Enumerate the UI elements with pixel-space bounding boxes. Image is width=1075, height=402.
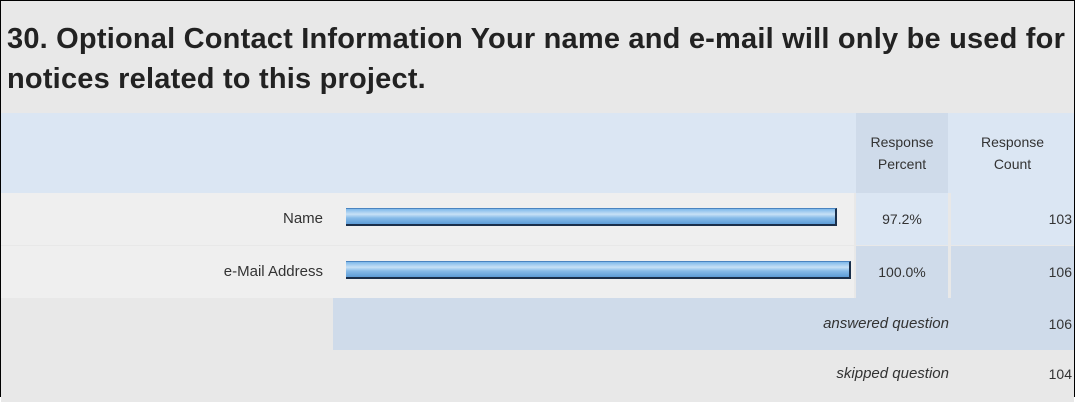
response-percent: 100.0%: [856, 246, 948, 298]
response-bar: [346, 261, 851, 279]
row-label-cell: Name: [1, 193, 854, 245]
response-bar: [346, 208, 837, 226]
survey-question-panel: 30. Optional Contact Information Your na…: [0, 0, 1075, 402]
header-count-line2: Count: [993, 156, 1032, 172]
table-header: Response Percent Response Count: [1, 113, 1074, 193]
answered-question-count: 106: [1048, 316, 1072, 332]
question-title: 30. Optional Contact Information Your na…: [7, 23, 1066, 95]
row-label: Name: [282, 210, 323, 227]
header-percent-line1: Response: [870, 134, 934, 150]
header-percent-line2: Percent: [877, 156, 927, 172]
row-label-cell: e-Mail Address: [1, 246, 854, 298]
table-row: e-Mail Address 100.0% 106: [1, 246, 1074, 298]
header-count-line1: Response: [980, 134, 1045, 150]
answered-question-row: answered question 106: [1, 298, 1074, 350]
header-response-count: Response Count: [951, 113, 1074, 193]
header-response-percent: Response Percent: [856, 113, 948, 193]
skipped-question-row: skipped question 104: [1, 350, 1074, 402]
table-row: Name 97.2% 103: [1, 193, 1074, 245]
response-count: 103: [951, 193, 1074, 245]
row-label: e-Mail Address: [223, 263, 323, 280]
response-percent: 97.2%: [856, 193, 948, 245]
response-count: 106: [951, 246, 1074, 298]
skipped-question-count: 104: [1048, 366, 1072, 382]
answered-question-label: answered question: [823, 315, 949, 332]
skipped-question-label: skipped question: [836, 365, 949, 382]
